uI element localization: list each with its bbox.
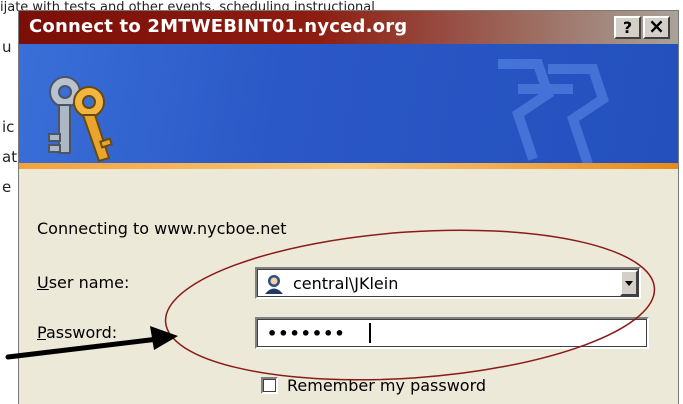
help-button[interactable]: ?	[614, 16, 641, 39]
password-field[interactable]: •••••••	[255, 317, 649, 349]
dialog-banner	[19, 44, 678, 166]
background-fragment: u	[2, 38, 12, 56]
username-mnemonic: U	[37, 273, 49, 292]
background-fragment: ic	[2, 118, 15, 136]
remember-password-label[interactable]: Remember my password	[287, 376, 486, 395]
dialog-body: Connecting to www.nycboe.net User name: …	[19, 169, 678, 404]
connecting-text: Connecting to www.nycboe.net	[37, 219, 287, 238]
text-caret	[369, 323, 371, 343]
password-label-rest: assword:	[45, 323, 118, 342]
dialog-title: Connect to 2MTWEBINT01.nyced.org	[29, 16, 408, 37]
close-button[interactable]: ×	[643, 16, 670, 39]
username-combobox[interactable]: central\JKlein	[255, 267, 641, 299]
title-bar[interactable]: Connect to 2MTWEBINT01.nyced.org ? ×	[19, 11, 678, 44]
remember-password-checkbox[interactable]	[261, 377, 278, 394]
dropdown-arrow-icon[interactable]	[620, 270, 638, 296]
user-icon	[265, 275, 283, 294]
password-label: Password:	[37, 323, 117, 342]
password-mnemonic: P	[37, 323, 46, 342]
username-label-rest: ser name:	[48, 273, 130, 292]
username-label: User name:	[37, 273, 129, 292]
background-fragment: at	[2, 148, 18, 166]
background-fragment: e	[2, 178, 12, 196]
login-dialog: Connect to 2MTWEBINT01.nyced.org ? × Con…	[18, 10, 679, 404]
keys-icon	[48, 76, 113, 162]
watermark-keys-icon	[498, 59, 609, 166]
password-value: •••••••	[267, 324, 346, 343]
username-value: central\JKlein	[293, 274, 399, 293]
